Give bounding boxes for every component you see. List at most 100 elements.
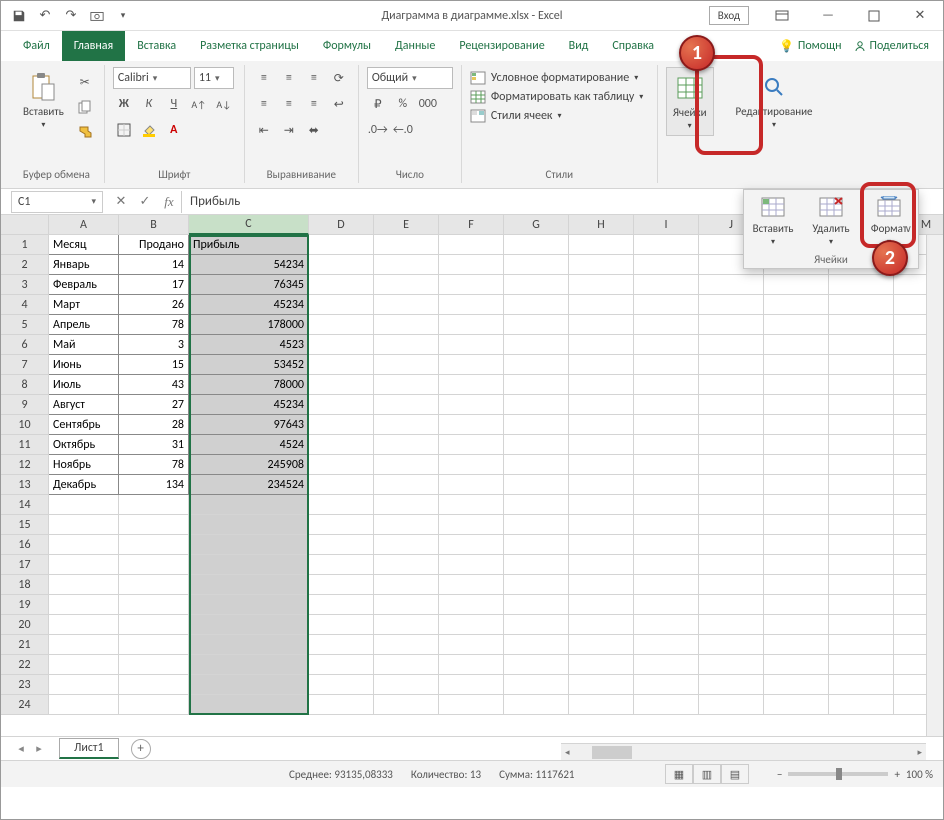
- horizontal-scrollbar[interactable]: ◂ ▸: [561, 743, 926, 760]
- cell[interactable]: [119, 495, 189, 515]
- cell[interactable]: [504, 455, 569, 475]
- cell[interactable]: [309, 535, 374, 555]
- cell[interactable]: [309, 475, 374, 495]
- cell[interactable]: [829, 375, 894, 395]
- column-header[interactable]: B: [119, 215, 189, 235]
- cell[interactable]: [699, 555, 764, 575]
- percent-icon[interactable]: %: [392, 93, 414, 115]
- row-header[interactable]: 20: [1, 615, 49, 635]
- assistant-button[interactable]: 💡 Помощн: [779, 39, 842, 54]
- tab-file[interactable]: Файл: [11, 31, 62, 61]
- cell[interactable]: [699, 575, 764, 595]
- zoom-value[interactable]: 100 %: [906, 768, 933, 781]
- cell[interactable]: [504, 655, 569, 675]
- cell[interactable]: [699, 415, 764, 435]
- cell[interactable]: [309, 495, 374, 515]
- cell[interactable]: [374, 515, 439, 535]
- cell[interactable]: [309, 435, 374, 455]
- cell[interactable]: [634, 535, 699, 555]
- cell[interactable]: [634, 295, 699, 315]
- cell[interactable]: [439, 335, 504, 355]
- cell[interactable]: [569, 475, 634, 495]
- cell[interactable]: 45234: [189, 295, 309, 315]
- cell[interactable]: Апрель: [49, 315, 119, 335]
- cell[interactable]: [374, 595, 439, 615]
- cell[interactable]: [504, 635, 569, 655]
- cell[interactable]: Январь: [49, 255, 119, 275]
- cell[interactable]: [439, 435, 504, 455]
- font-name-combo[interactable]: Calibri▾: [113, 67, 191, 89]
- font-color-icon[interactable]: A: [163, 119, 185, 141]
- tab-view[interactable]: Вид: [557, 31, 601, 61]
- cell[interactable]: [439, 595, 504, 615]
- column-header[interactable]: A: [49, 215, 119, 235]
- cell[interactable]: [634, 655, 699, 675]
- zoom-in-icon[interactable]: +: [894, 768, 899, 781]
- cell[interactable]: [569, 455, 634, 475]
- cell[interactable]: [569, 335, 634, 355]
- redo-icon[interactable]: ↷: [61, 6, 81, 26]
- cell[interactable]: [374, 435, 439, 455]
- cell[interactable]: [49, 695, 119, 715]
- cell[interactable]: [764, 475, 829, 495]
- row-header[interactable]: 5: [1, 315, 49, 335]
- cell[interactable]: [504, 675, 569, 695]
- align-left-icon[interactable]: ≡: [253, 93, 275, 115]
- cell[interactable]: [829, 655, 894, 675]
- cell[interactable]: 245908: [189, 455, 309, 475]
- row-header[interactable]: 13: [1, 475, 49, 495]
- insert-cells-button[interactable]: Вставить▾: [746, 194, 800, 251]
- cell[interactable]: [829, 435, 894, 455]
- cell[interactable]: 3: [119, 335, 189, 355]
- cell[interactable]: [569, 515, 634, 535]
- cell[interactable]: [309, 455, 374, 475]
- cell[interactable]: [634, 375, 699, 395]
- paste-button[interactable]: Вставить ▾: [17, 67, 70, 134]
- cell[interactable]: [189, 655, 309, 675]
- cell[interactable]: [829, 555, 894, 575]
- column-header[interactable]: H: [569, 215, 634, 235]
- cell[interactable]: [309, 695, 374, 715]
- increase-decimal-icon[interactable]: .0→: [367, 119, 389, 141]
- cell[interactable]: 78: [119, 315, 189, 335]
- cell[interactable]: 53452: [189, 355, 309, 375]
- cell[interactable]: 15: [119, 355, 189, 375]
- number-format-combo[interactable]: Общий▾: [367, 67, 453, 89]
- cell[interactable]: 178000: [189, 315, 309, 335]
- cell[interactable]: Продано: [119, 235, 189, 255]
- row-header[interactable]: 15: [1, 515, 49, 535]
- cell[interactable]: 78000: [189, 375, 309, 395]
- cell[interactable]: [309, 415, 374, 435]
- cell[interactable]: [504, 435, 569, 455]
- cell[interactable]: [49, 675, 119, 695]
- cell[interactable]: [569, 575, 634, 595]
- cell[interactable]: [374, 575, 439, 595]
- bold-button[interactable]: Ж: [113, 93, 135, 115]
- tab-formulas[interactable]: Формулы: [311, 31, 383, 61]
- cell[interactable]: [829, 615, 894, 635]
- cell[interactable]: [374, 635, 439, 655]
- cell[interactable]: [569, 235, 634, 255]
- italic-button[interactable]: К: [138, 93, 160, 115]
- cell[interactable]: [829, 335, 894, 355]
- cell[interactable]: [189, 615, 309, 635]
- cell[interactable]: [374, 235, 439, 255]
- cell[interactable]: [504, 555, 569, 575]
- cell[interactable]: [439, 235, 504, 255]
- cell[interactable]: [699, 295, 764, 315]
- cell[interactable]: [634, 455, 699, 475]
- cancel-formula-icon[interactable]: ✕: [109, 191, 133, 213]
- normal-view-icon[interactable]: ▦: [665, 764, 693, 784]
- sheet-tab[interactable]: Лист1: [59, 738, 119, 759]
- cell[interactable]: [49, 515, 119, 535]
- cell[interactable]: [764, 395, 829, 415]
- cell[interactable]: [634, 315, 699, 335]
- row-header[interactable]: 9: [1, 395, 49, 415]
- cell[interactable]: [634, 475, 699, 495]
- conditional-formatting-button[interactable]: Условное форматирование▾: [470, 71, 638, 85]
- cell[interactable]: Декабрь: [49, 475, 119, 495]
- cell[interactable]: [829, 355, 894, 375]
- cell[interactable]: [569, 355, 634, 375]
- cell[interactable]: [764, 575, 829, 595]
- share-button[interactable]: Поделиться: [854, 39, 929, 53]
